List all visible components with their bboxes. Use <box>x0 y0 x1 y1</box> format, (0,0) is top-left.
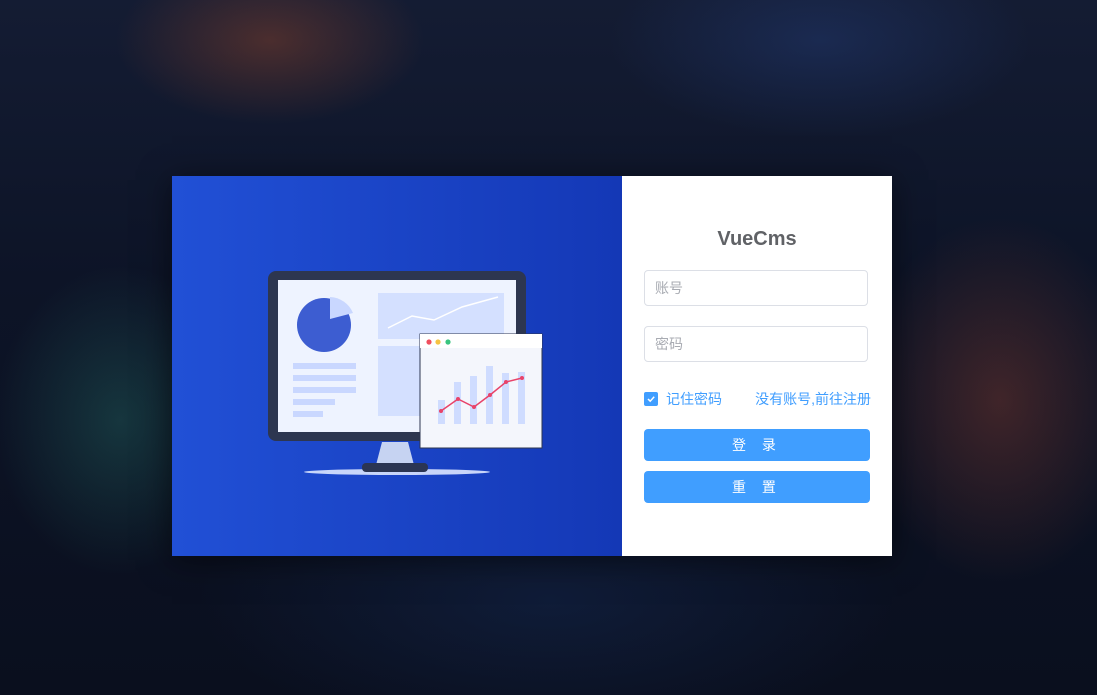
app-title: VueCms <box>717 228 797 250</box>
remember-password-label: 记住密码 <box>666 391 722 407</box>
register-link[interactable]: 没有账号,前往注册 <box>755 389 871 409</box>
remember-password-checkbox[interactable]: 记住密码 <box>644 389 722 409</box>
reset-button[interactable]: 重 置 <box>644 471 870 503</box>
login-button[interactable]: 登 录 <box>644 429 870 461</box>
username-input[interactable] <box>644 270 868 306</box>
password-input[interactable] <box>644 326 868 362</box>
illustration-panel <box>172 176 622 556</box>
login-form-panel: VueCms 记住密码 没有账号,前往注册 登 录 重 置 <box>622 176 892 556</box>
checkmark-icon <box>644 392 658 406</box>
monitor-dashboard-illustration <box>268 271 543 475</box>
login-card: VueCms 记住密码 没有账号,前往注册 登 录 重 置 <box>172 176 892 556</box>
